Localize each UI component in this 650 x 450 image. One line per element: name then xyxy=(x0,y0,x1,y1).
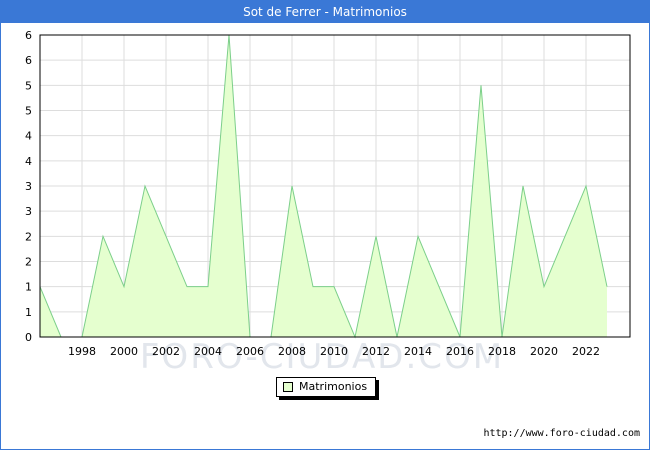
x-tick-label: 2000 xyxy=(110,345,138,358)
x-tick-label: 2018 xyxy=(488,345,516,358)
y-tick-label: 5 xyxy=(25,105,32,118)
x-tick-label: 2022 xyxy=(572,345,600,358)
x-tick-label: 2006 xyxy=(236,345,264,358)
source-url[interactable]: http://www.foro-ciudad.com xyxy=(483,428,640,439)
x-tick-label: 2020 xyxy=(530,345,558,358)
y-tick-label: 0 xyxy=(25,331,32,344)
x-tick-label: 2002 xyxy=(152,345,180,358)
x-tick-label: 2016 xyxy=(446,345,474,358)
x-tick-label: 2004 xyxy=(194,345,222,358)
y-tick-label: 1 xyxy=(25,306,32,319)
x-tick-label: 2008 xyxy=(278,345,306,358)
y-tick-label: 6 xyxy=(25,54,32,67)
y-tick-label: 4 xyxy=(25,130,32,143)
x-tick-label: 2014 xyxy=(404,345,432,358)
y-tick-label: 3 xyxy=(25,205,32,218)
y-tick-label: 3 xyxy=(25,180,32,193)
y-tick-label: 2 xyxy=(25,230,32,243)
legend-swatch xyxy=(283,382,293,392)
legend: Matrimonios xyxy=(276,377,377,397)
y-axis-ticks: 0 1 1 2 2 3 3 4 4 5 5 6 6 xyxy=(25,29,32,344)
y-tick-label: 2 xyxy=(25,256,32,269)
y-tick-label: 4 xyxy=(25,155,32,168)
x-tick-label: 2010 xyxy=(320,345,348,358)
x-tick-label: 2012 xyxy=(362,345,390,358)
legend-label: Matrimonios xyxy=(299,380,368,393)
y-tick-label: 6 xyxy=(25,29,32,42)
y-tick-label: 5 xyxy=(25,79,32,92)
y-tick-label: 1 xyxy=(25,281,32,294)
x-tick-label: 1998 xyxy=(68,345,96,358)
